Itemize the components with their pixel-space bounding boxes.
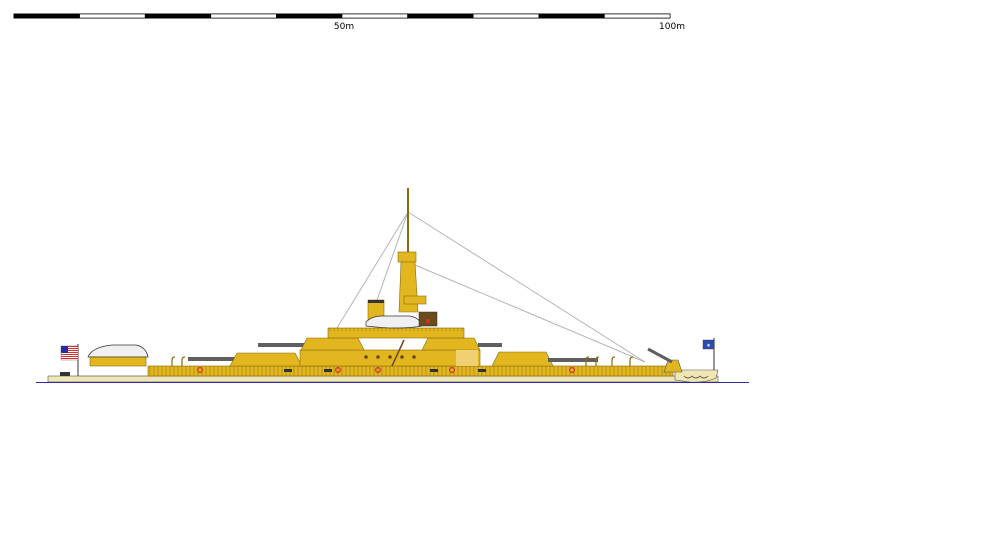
- citadel-hatch: [456, 350, 478, 366]
- ventilator-icon: [181, 356, 186, 366]
- scale-bar-segment: [13, 13, 80, 19]
- hull-body: [47, 375, 719, 383]
- stern-launch: [87, 344, 149, 358]
- porthole: [412, 355, 416, 359]
- porthole: [376, 355, 380, 359]
- rigging: [336, 211, 646, 363]
- ventilator-icon: [611, 356, 616, 366]
- bridge-boat: [365, 315, 423, 329]
- fore-turret: [478, 343, 598, 367]
- porthole: [400, 355, 404, 359]
- scale-bar-segment: [144, 13, 212, 19]
- us-flag-icon: [60, 344, 79, 376]
- stern-boat-deck: [89, 356, 147, 367]
- aft-turret-gun-upper: [258, 343, 306, 347]
- citadel-fore-barbette: [421, 337, 481, 351]
- scale-bar-segment: [407, 13, 474, 19]
- bow-gun-barrel: [647, 347, 673, 364]
- bridge-deck: [327, 327, 465, 339]
- jack-flag-icon: ✶: [702, 338, 715, 370]
- bollard: [430, 369, 438, 372]
- scale-bar-segments: [13, 13, 671, 19]
- scale-bar-segment: [79, 13, 146, 19]
- scale-bar-segment: [472, 13, 540, 19]
- porthole: [364, 355, 368, 359]
- scale-bar-segment: [341, 13, 408, 19]
- fore-turret-gun-lower: [548, 358, 598, 362]
- mast-platform: [403, 295, 427, 305]
- bollard: [478, 369, 486, 372]
- aft-turret-body: [229, 352, 303, 367]
- scale-bar-segment: [604, 13, 671, 19]
- svg-text:✶: ✶: [706, 343, 711, 350]
- fore-turret-gun-upper: [478, 343, 502, 347]
- scale-label-50m: 50m: [334, 22, 354, 32]
- fighting-top: [397, 251, 417, 263]
- main-casemate: [147, 365, 674, 377]
- bollard: [324, 369, 332, 372]
- porthole: [388, 355, 392, 359]
- bollard: [284, 369, 292, 372]
- military-mast: [391, 188, 427, 367]
- scale-bar: 50m 100m: [13, 13, 685, 32]
- aft-turret: [188, 343, 306, 367]
- ventilator-icon: [171, 356, 176, 366]
- scale-bar-segment: [210, 13, 277, 19]
- signal-lamp-icon: [426, 319, 430, 323]
- aft-turret-gun-lower: [188, 357, 236, 361]
- scale-label-100m: 100m: [659, 22, 685, 32]
- fore-turret-body: [491, 351, 554, 367]
- stern-boat: [87, 344, 149, 367]
- ventilator-icon: [629, 356, 634, 366]
- mast-trunk: [398, 261, 419, 313]
- central-citadel: [299, 327, 481, 367]
- citadel-aft-barbette: [300, 337, 365, 351]
- scale-bar-segment: [276, 13, 343, 19]
- ship-profile-drawing: 50m 100m ✶: [13, 13, 749, 383]
- scale-bar-segment: [538, 13, 605, 19]
- stern-bollards: [60, 372, 70, 376]
